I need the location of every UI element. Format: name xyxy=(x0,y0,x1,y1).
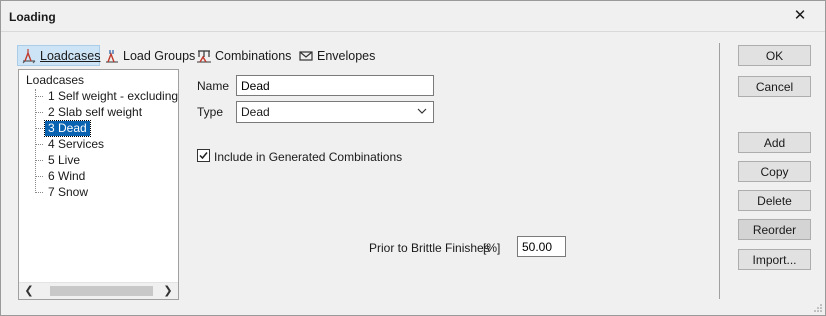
tree-item-loadcase-5[interactable]: 5 Live xyxy=(35,152,83,168)
loading-dialog: Loading ✕ Loadcases Load Groups Combinat… xyxy=(0,0,826,316)
vertical-divider xyxy=(719,43,720,299)
name-field[interactable] xyxy=(236,75,434,96)
resize-grip-icon[interactable] xyxy=(813,303,823,313)
tree-item-label: 2 Slab self weight xyxy=(48,104,143,119)
include-combinations-label: Include in Generated Combinations xyxy=(214,150,403,164)
tree-item-loadcase-3[interactable]: 3 Dead xyxy=(35,119,91,137)
tree-item-loadcase-4[interactable]: 4 Services xyxy=(35,136,107,152)
tab-label: Loadcases xyxy=(40,48,101,63)
horizontal-scrollbar[interactable]: ❮ ❯ xyxy=(19,282,178,299)
tab-label: Load Groups xyxy=(123,48,196,63)
tree-item-loadcase-6[interactable]: 6 Wind xyxy=(35,168,88,184)
brittle-finishes-unit: [%] xyxy=(483,241,501,255)
window-title: Loading xyxy=(9,10,56,24)
type-label: Type xyxy=(197,105,224,119)
tree-item-label: 1 Self weight - excludingsl xyxy=(48,88,179,103)
copy-button[interactable]: Copy xyxy=(738,161,811,182)
tab-combinations[interactable]: Combinations xyxy=(193,45,293,66)
tree-item-label: 5 Live xyxy=(48,152,81,167)
import-button[interactable]: Import... xyxy=(738,249,811,270)
tree-item-label: 3 Dead xyxy=(44,119,91,137)
tree-item-label: 4 Services xyxy=(48,136,105,151)
brittle-finishes-field[interactable] xyxy=(517,236,566,257)
name-label: Name xyxy=(197,79,230,93)
reorder-button[interactable]: Reorder xyxy=(738,219,811,240)
load-groups-icon xyxy=(104,48,120,64)
checkmark-icon xyxy=(199,152,208,160)
tree-item-loadcase-7[interactable]: 7 Snow xyxy=(35,184,91,200)
tab-loadcases[interactable]: Loadcases xyxy=(17,45,100,66)
chevron-down-icon xyxy=(416,104,428,118)
tree-item-loadcase-2[interactable]: 2 Slab self weight xyxy=(35,104,145,120)
combinations-icon xyxy=(196,48,212,64)
cancel-button[interactable]: Cancel xyxy=(738,76,811,97)
close-icon[interactable]: ✕ xyxy=(791,7,809,25)
add-button[interactable]: Add xyxy=(738,132,811,153)
delete-button[interactable]: Delete xyxy=(738,190,811,211)
tree-item-label: 7 Snow xyxy=(48,184,89,199)
type-select-value: Dead xyxy=(241,105,270,119)
loadcase-tree[interactable]: Loadcases 1 Self weight - excludingsl 2 … xyxy=(18,69,179,300)
tree-root-label: Loadcases xyxy=(26,73,85,87)
scrollbar-thumb[interactable] xyxy=(50,286,153,296)
tab-envelopes[interactable]: Envelopes xyxy=(295,45,375,66)
brittle-finishes-label: Prior to Brittle Finishes xyxy=(369,241,490,255)
tab-label: Combinations xyxy=(215,48,292,63)
tab-load-groups[interactable]: Load Groups xyxy=(101,45,196,66)
ok-button[interactable]: OK xyxy=(738,45,811,66)
include-combinations-checkbox[interactable] xyxy=(197,149,210,162)
scroll-right-icon[interactable]: ❯ xyxy=(161,284,175,298)
tab-label: Envelopes xyxy=(317,48,376,63)
envelopes-icon xyxy=(298,48,314,64)
scroll-left-icon[interactable]: ❮ xyxy=(22,284,36,298)
title-bar: Loading ✕ xyxy=(1,1,825,32)
tree-item-loadcase-1[interactable]: 1 Self weight - excludingsl xyxy=(35,88,179,104)
tree-item-label: 6 Wind xyxy=(48,168,86,183)
type-select[interactable]: Dead xyxy=(236,101,434,123)
loadcases-icon xyxy=(21,48,37,64)
